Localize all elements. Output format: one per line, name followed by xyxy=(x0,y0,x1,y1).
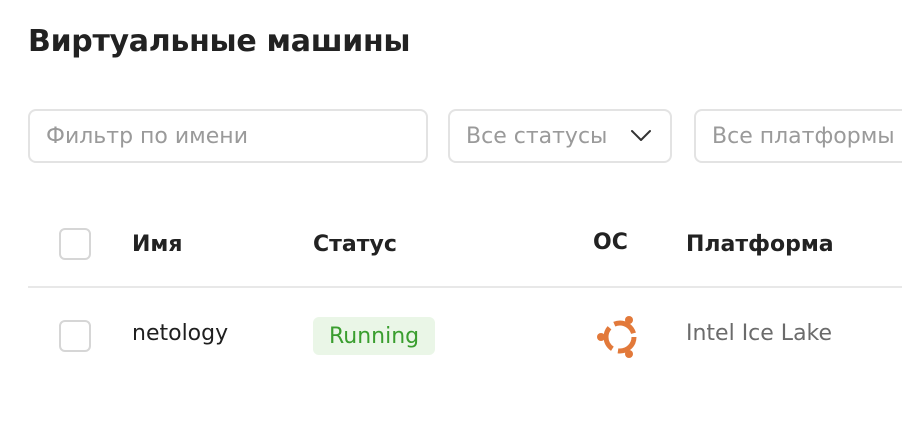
chevron-down-icon xyxy=(630,129,652,143)
select-all-checkbox[interactable] xyxy=(59,228,91,260)
status-filter-select[interactable]: Все статусы xyxy=(448,109,672,163)
row-select-checkbox[interactable] xyxy=(59,320,91,352)
vm-name[interactable]: netology xyxy=(132,321,228,346)
column-header-os[interactable]: ОС xyxy=(593,230,628,255)
page-title: Виртуальные машины xyxy=(28,24,411,59)
status-filter-value: Все статусы xyxy=(466,123,608,149)
platform-filter-select[interactable]: Все платформы xyxy=(694,109,902,163)
column-header-platform[interactable]: Платформа xyxy=(686,232,834,257)
name-filter-input[interactable] xyxy=(46,123,426,149)
platform-cell: Intel Ice Lake xyxy=(686,321,833,346)
name-filter-field[interactable] xyxy=(28,109,428,163)
column-header-name[interactable]: Имя xyxy=(132,232,183,257)
ubuntu-icon xyxy=(593,311,645,363)
status-badge: Running xyxy=(313,317,436,355)
table-header-divider xyxy=(28,286,902,288)
platform-filter-value: Все платформы xyxy=(712,123,895,149)
column-header-status[interactable]: Статус xyxy=(313,232,397,257)
